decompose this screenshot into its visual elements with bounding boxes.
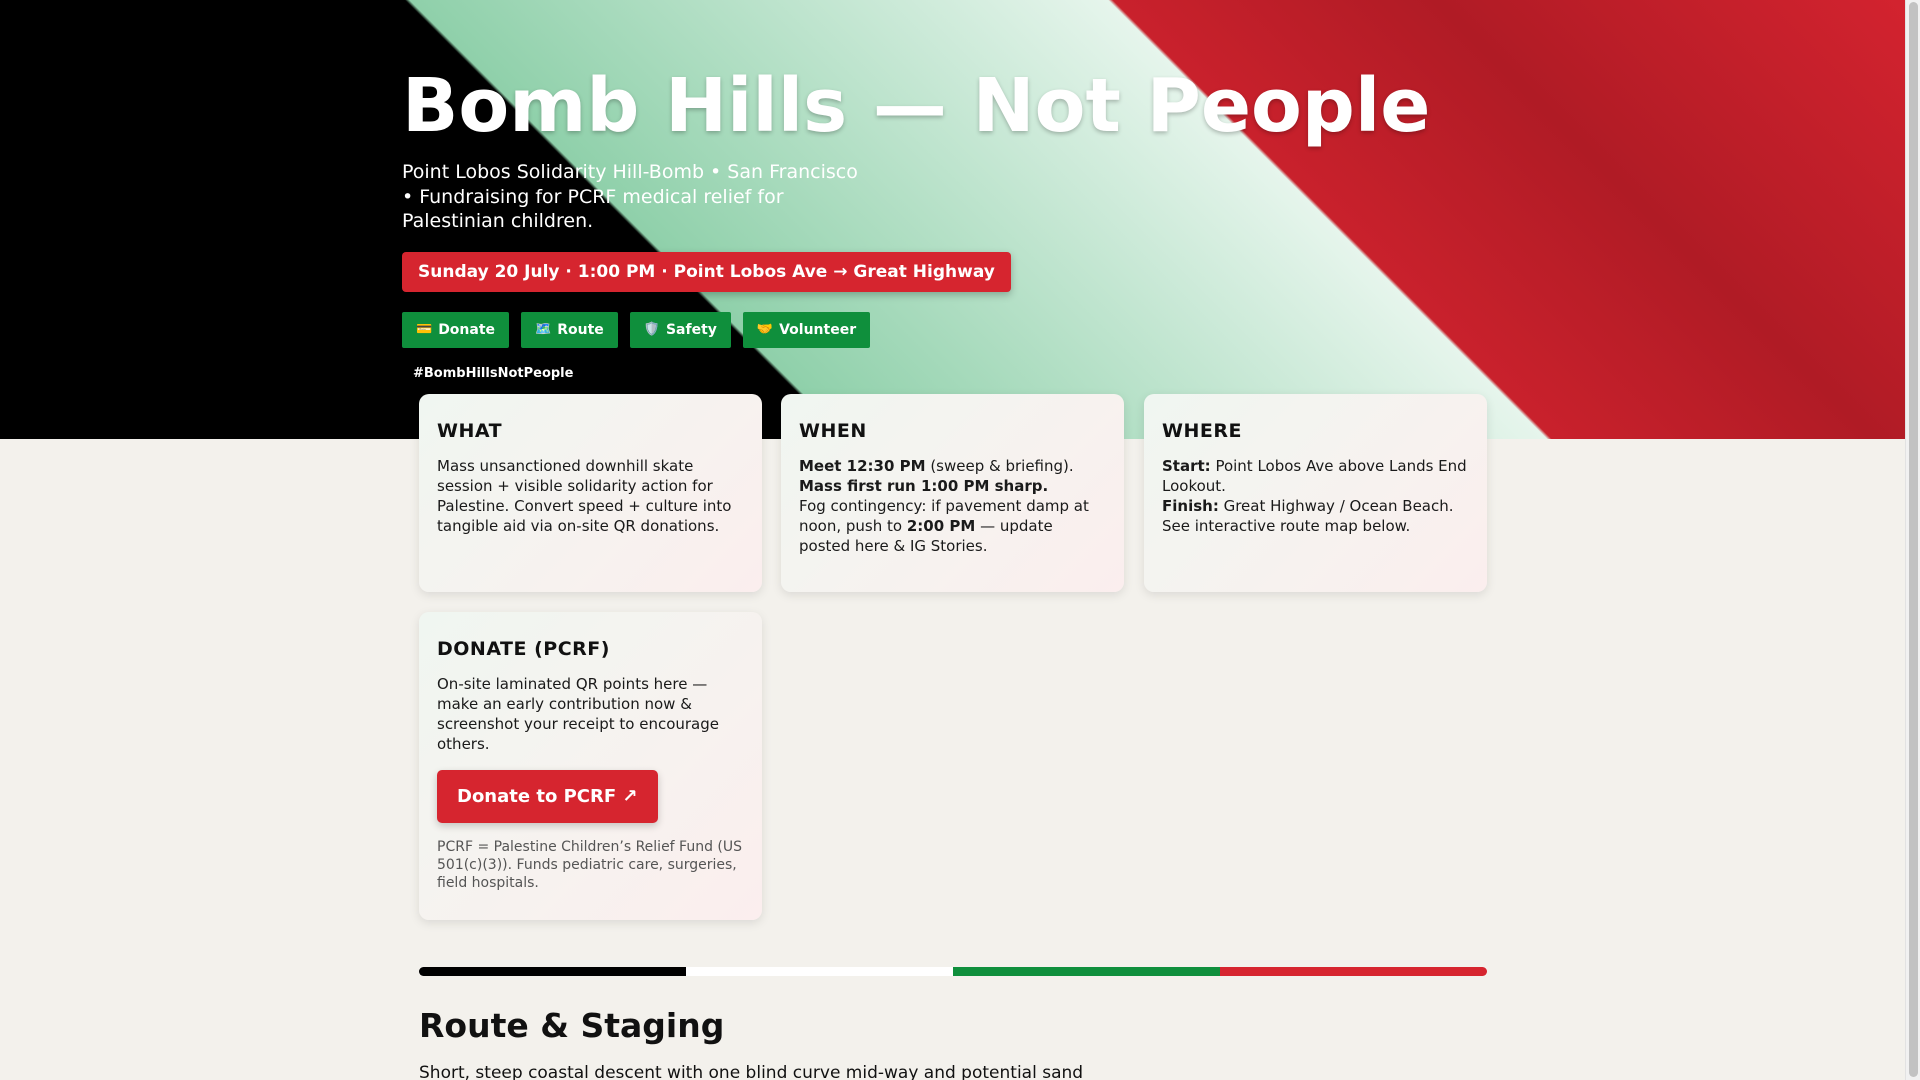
card-when: WHEN Meet 12:30 PM (sweep & briefing). M… [781,394,1124,592]
hero-nav: 💳 Donate 🗺️ Route 🛡️ Safety 🤝 Volunteer [402,311,1430,348]
card-what-body: Mass unsanctioned downhill skate session… [437,457,732,535]
shield-icon: 🛡️ [643,322,660,337]
event-date-pill: Sunday 20 July · 1:00 PM · Point Lobos A… [402,251,1011,292]
nav-volunteer-label: Volunteer [779,321,857,338]
meet-note: (sweep & briefing). [925,457,1074,475]
flag-stripe-green [953,967,1220,976]
hero-content: Bomb Hills — Not People Point Lobos Soli… [402,62,1430,387]
finish-label: Finish: [1162,497,1219,515]
card-when-body: Meet 12:30 PM (sweep & briefing). Mass f… [799,456,1106,556]
route-intro: Short, steep coastal descent with one bl… [419,1063,1084,1080]
card-what: WHAT Mass unsanctioned downhill skate se… [419,394,762,592]
scrollbar-thumb[interactable] [1909,2,1918,1077]
first-run-time: Mass first run 1:00 PM sharp. [799,477,1049,495]
flag-color-bar [419,967,1487,976]
route-section-title: Route & Staging [419,1006,725,1045]
nav-volunteer-button[interactable]: 🤝 Volunteer [742,311,871,348]
hashtag-badge: #BombHillsNotPeople [402,359,585,387]
hero-subtitle: Point Lobos Solidarity Hill-Bomb • San F… [402,161,858,232]
card-donate-heading: DONATE (PCRF) [437,638,610,660]
handshake-icon: 🤝 [756,322,774,337]
pcrf-note: PCRF = Palestine Children’s Relief Fund … [437,839,743,891]
card-donate: DONATE (PCRF) On-site laminated QR point… [419,612,762,920]
card-when-heading: WHEN [799,420,867,442]
nav-safety-button[interactable]: 🛡️ Safety [629,311,731,348]
card-donate-body: On-site laminated QR points here — make … [437,675,719,753]
card-where-heading: WHERE [1162,420,1242,442]
card-what-heading: WHAT [437,420,503,442]
hero-banner: Bomb Hills — Not People Point Lobos Soli… [0,0,1905,439]
flag-stripe-red [1220,967,1487,976]
start-label: Start: [1162,457,1211,475]
flag-stripe-white [686,967,953,976]
nav-route-button[interactable]: 🗺️ Route [521,311,618,348]
card-where-body: Start: Point Lobos Ave above Lands End L… [1162,456,1469,536]
page-scrollbar[interactable] [1905,0,1920,1080]
donate-to-pcrf-button[interactable]: Donate to PCRF ↗ [437,770,658,823]
fog-time: 2:00 PM [906,517,976,535]
card-where: WHERE Start: Point Lobos Ave above Lands… [1144,394,1487,592]
nav-route-label: Route [557,321,604,338]
flag-stripe-black [419,967,686,976]
nav-donate-button[interactable]: 💳 Donate [402,311,510,348]
credit-card-icon: 💳 [416,322,433,337]
map-icon: 🗺️ [535,322,552,337]
nav-donate-label: Donate [438,321,496,338]
page-title: Bomb Hills — Not People [402,63,1431,149]
nav-safety-label: Safety [665,321,717,338]
meet-time: Meet 12:30 PM [799,457,926,475]
